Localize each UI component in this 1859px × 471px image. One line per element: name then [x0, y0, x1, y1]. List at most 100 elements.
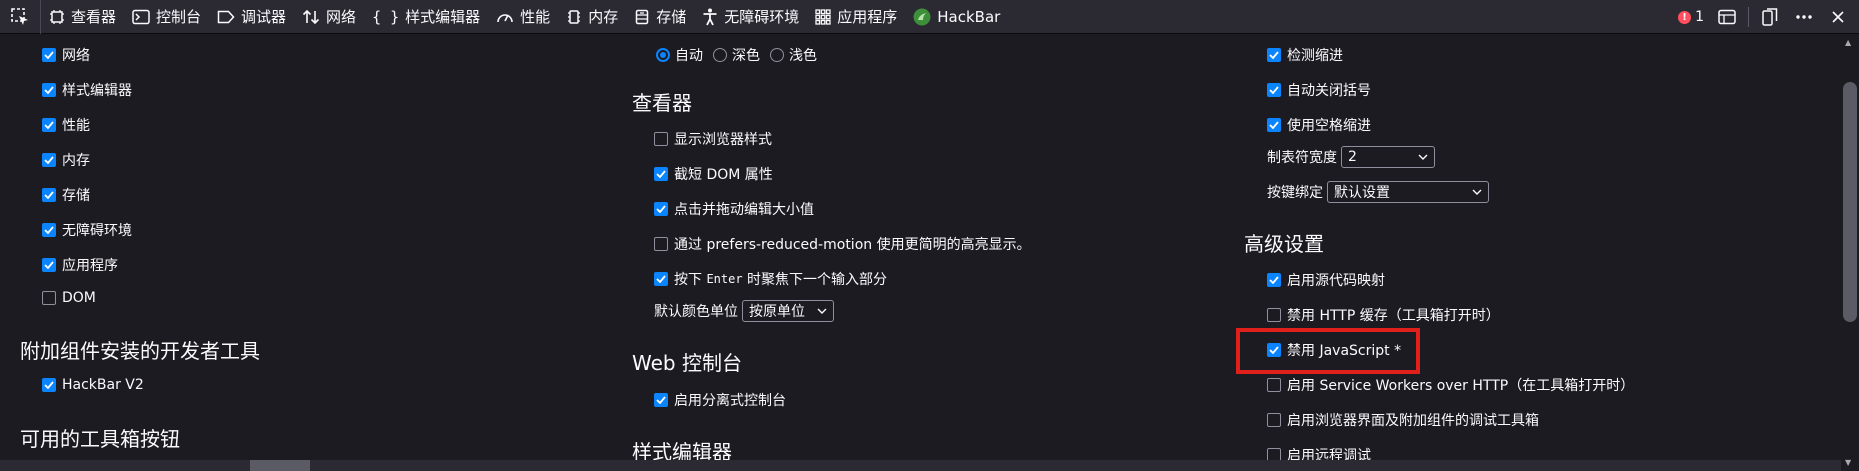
tab-width-setting: 制表符宽度 2 [1267, 146, 1435, 168]
scroll-down-arrow-icon[interactable]: ▼ [1845, 458, 1851, 467]
horizontal-scrollbar[interactable] [0, 460, 1841, 471]
tab-label: 应用程序 [837, 8, 898, 26]
style-editor-icon: { } [372, 7, 400, 26]
editor-checkbox-spaces[interactable]: 使用空格缩进 [1267, 115, 1371, 135]
tab-label: 网络 [326, 8, 357, 26]
checkbox-box[interactable] [42, 378, 56, 392]
tab-storage[interactable]: 存储 [626, 0, 694, 34]
tool-checkbox-dom[interactable]: DOM [42, 290, 96, 306]
tab-label: 性能 [520, 8, 551, 26]
checkbox-box[interactable] [1267, 378, 1281, 392]
tab-hackbar[interactable]: HackBar [905, 0, 1008, 34]
theme-radio-auto[interactable] [656, 48, 670, 62]
select-value: 按原单位 [749, 304, 805, 320]
performance-icon [497, 13, 513, 22]
checkbox-label: 截短 DOM 属性 [674, 167, 773, 183]
advanced-checkbox-chrome-debugging[interactable]: 启用浏览器界面及附加组件的调试工具箱 [1267, 410, 1539, 430]
checkbox-box[interactable] [1267, 273, 1281, 287]
checkbox-box[interactable] [654, 167, 668, 181]
checkbox-box[interactable] [654, 272, 668, 286]
editor-checkbox-detect-indent[interactable]: 检测缩进 [1267, 45, 1343, 65]
inspector-checkbox-enter-focus[interactable]: 按下 Enter 时聚焦下一个输入部分 [654, 269, 887, 289]
tab-console[interactable]: 控制台 [124, 0, 209, 34]
keybinding-select[interactable]: 默认设置 [1327, 181, 1489, 203]
checkbox-box[interactable] [654, 202, 668, 216]
tab-network[interactable]: 网络 [294, 0, 364, 34]
theme-radio-dark[interactable] [713, 48, 727, 62]
checkbox-box[interactable] [42, 291, 56, 305]
tab-performance[interactable]: 性能 [488, 0, 558, 34]
checkbox-box[interactable] [42, 48, 56, 62]
tool-checkbox-application[interactable]: 应用程序 [42, 255, 118, 275]
tab-debugger[interactable]: 调试器 [209, 0, 294, 34]
inspector-checkbox-browser-styles[interactable]: 显示浏览器样式 [654, 129, 772, 149]
horizontal-scrollbar-thumb[interactable] [250, 460, 310, 471]
select-value: 2 [1348, 149, 1357, 165]
color-unit-select[interactable]: 按原单位 [742, 300, 834, 322]
tool-checkbox-network[interactable]: 网络 [42, 45, 90, 65]
checkbox-label: 无障碍环境 [62, 223, 132, 239]
split-console-button[interactable] [1710, 0, 1744, 34]
memory-icon [568, 9, 581, 24]
inspector-checkbox-drag-edit[interactable]: 点击并拖动编辑大小值 [654, 199, 814, 219]
tab-width-select[interactable]: 2 [1341, 146, 1435, 168]
advanced-checkbox-service-workers[interactable]: 启用 Service Workers over HTTP（在工具箱打开时） [1267, 375, 1634, 395]
chevron-down-icon [817, 308, 827, 314]
radio-label: 深色 [732, 48, 760, 64]
advanced-checkbox-disable-cache[interactable]: 禁用 HTTP 缓存（工具箱打开时） [1267, 305, 1500, 325]
theme-radio-light[interactable] [770, 48, 784, 62]
inspector-checkbox-truncate-dom[interactable]: 截短 DOM 属性 [654, 164, 773, 184]
checkbox-label: 禁用 HTTP 缓存（工具箱打开时） [1287, 308, 1500, 324]
checkbox-box[interactable] [654, 393, 668, 407]
checkbox-box[interactable] [42, 258, 56, 272]
tool-checkbox-memory[interactable]: 内存 [42, 150, 90, 170]
devtools-toolbar: 查看器 控制台 调试器 网络 { } 样式编辑器 性能 内存 存储 无障碍环境 … [0, 0, 1859, 34]
console-checkbox-split[interactable]: 启用分离式控制台 [654, 390, 786, 410]
checkbox-box[interactable] [1267, 118, 1281, 132]
editor-checkbox-auto-close[interactable]: 自动关闭括号 [1267, 80, 1371, 100]
checkbox-box[interactable] [1267, 413, 1281, 427]
checkbox-box[interactable] [1267, 308, 1281, 322]
dock-options-button[interactable] [1753, 0, 1787, 34]
checkbox-box[interactable] [654, 132, 668, 146]
error-icon: ! [1678, 10, 1692, 24]
inspector-checkbox-reduced-motion[interactable]: 通过 prefers-reduced-motion 使用更简明的高亮显示。 [654, 234, 1031, 254]
checkbox-box[interactable] [1267, 83, 1281, 97]
more-options-button[interactable] [1787, 0, 1821, 34]
toolbar-divider [1748, 7, 1749, 27]
tool-checkbox-style-editor[interactable]: 样式编辑器 [42, 80, 132, 100]
enter-key-label: Enter [706, 272, 743, 286]
checkbox-box[interactable] [654, 237, 668, 251]
checkbox-box[interactable] [42, 223, 56, 237]
checkbox-box[interactable] [1267, 48, 1281, 62]
tab-inspector[interactable]: 查看器 [41, 0, 124, 34]
inspector-icon [50, 9, 64, 24]
checkbox-box[interactable] [42, 83, 56, 97]
radio-label: 浅色 [789, 48, 817, 64]
color-unit-label: 默认颜色单位 [654, 304, 738, 320]
element-picker-button[interactable] [0, 0, 41, 34]
tool-checkbox-accessibility[interactable]: 无障碍环境 [42, 220, 132, 240]
checkbox-box[interactable] [42, 188, 56, 202]
error-count-badge[interactable]: ! 1 [1672, 9, 1710, 25]
checkbox-label: DOM [62, 290, 96, 306]
addon-checkbox-hackbar[interactable]: HackBar V2 [42, 377, 144, 393]
keybinding-label: 按键绑定 [1267, 185, 1323, 201]
close-devtools-button[interactable] [1821, 0, 1855, 34]
vertical-scrollbar-thumb[interactable] [1843, 82, 1857, 322]
hackbar-icon [913, 8, 931, 25]
tool-checkbox-storage[interactable]: 存储 [42, 185, 90, 205]
checkbox-box[interactable] [42, 153, 56, 167]
checkbox-label: 使用空格缩进 [1287, 118, 1371, 134]
advanced-checkbox-source-maps[interactable]: 启用源代码映射 [1267, 270, 1385, 290]
tab-style-editor[interactable]: { } 样式编辑器 [364, 0, 488, 34]
vertical-scrollbar[interactable]: ▲ ▼ [1841, 34, 1859, 471]
tool-checkbox-performance[interactable]: 性能 [42, 115, 90, 135]
tab-accessibility[interactable]: 无障碍环境 [694, 0, 807, 34]
tab-application[interactable]: 应用程序 [807, 0, 905, 34]
split-console-icon [1718, 9, 1736, 25]
checkbox-label: 检测缩进 [1287, 48, 1343, 64]
tab-memory[interactable]: 内存 [558, 0, 626, 34]
scroll-up-arrow-icon[interactable]: ▲ [1845, 38, 1851, 47]
checkbox-box[interactable] [42, 118, 56, 132]
